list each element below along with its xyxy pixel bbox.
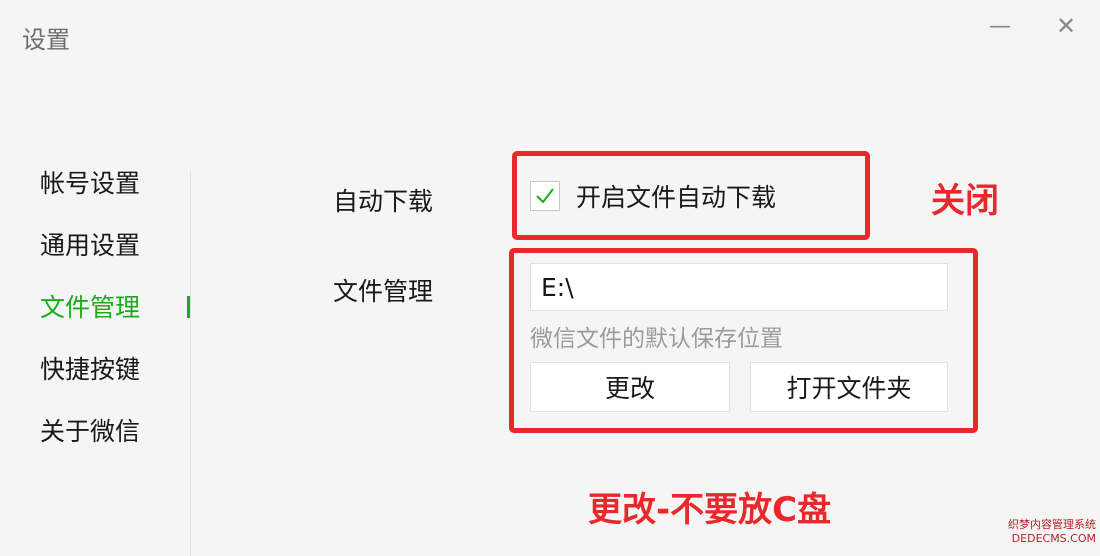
sidebar-item-account[interactable]: 帐号设置 xyxy=(40,162,200,224)
active-indicator xyxy=(187,296,190,318)
watermark-line1: 织梦内容管理系统 xyxy=(1008,518,1096,531)
auto-download-label: 自动下载 xyxy=(333,187,434,216)
sidebar-item-general[interactable]: 通用设置 xyxy=(40,224,200,286)
sidebar-item-file-management[interactable]: 文件管理 xyxy=(40,286,200,348)
minimize-icon: — xyxy=(989,13,1011,39)
close-icon: ✕ xyxy=(1055,12,1077,40)
minimize-button[interactable]: — xyxy=(982,10,1018,42)
sidebar-divider xyxy=(190,170,191,556)
annotation-change-note: 更改-不要放C盘 xyxy=(588,490,832,530)
sidebar-item-about[interactable]: 关于微信 xyxy=(40,410,200,472)
annotation-close-note: 关闭 xyxy=(931,181,999,221)
window-title: 设置 xyxy=(22,26,70,54)
watermark: 织梦内容管理系统 DEDECMS.COM xyxy=(988,518,1096,546)
file-management-label: 文件管理 xyxy=(333,277,434,306)
annotation-box-file-management xyxy=(509,248,978,433)
settings-sidebar: 帐号设置 通用设置 文件管理 快捷按键 关于微信 xyxy=(40,162,200,472)
close-button[interactable]: ✕ xyxy=(1048,10,1084,42)
sidebar-item-shortcuts[interactable]: 快捷按键 xyxy=(40,348,200,410)
annotation-box-auto-download xyxy=(512,151,870,240)
watermark-line2: DEDECMS.COM xyxy=(1011,532,1096,545)
